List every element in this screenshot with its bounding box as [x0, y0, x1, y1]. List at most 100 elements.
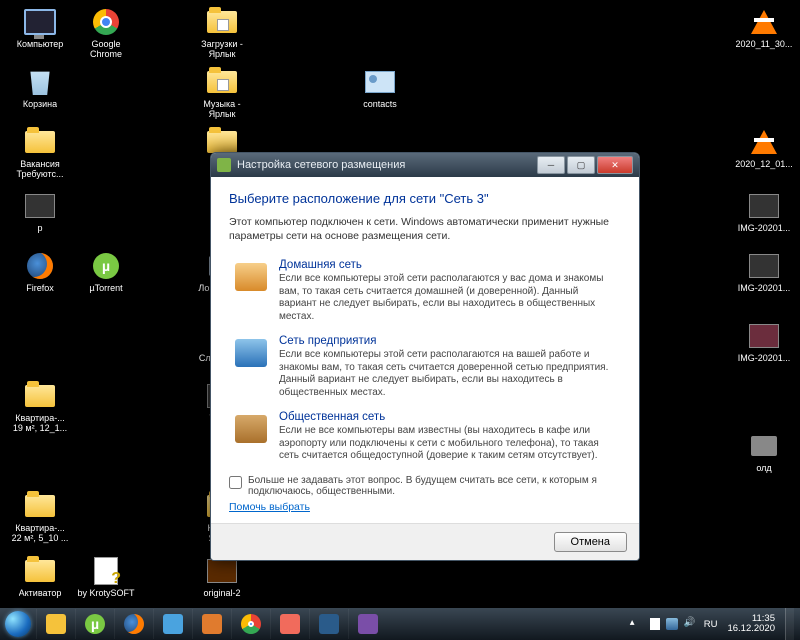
- image-icon: [207, 559, 237, 583]
- icon-label: 2020_12_01...: [735, 160, 793, 170]
- close-button[interactable]: ✕: [597, 156, 633, 174]
- desktop-icon-downloads[interactable]: Загрузки - Ярлык: [192, 6, 252, 60]
- office-icon: [235, 339, 267, 367]
- taskbar-firefox[interactable]: [114, 609, 153, 639]
- tray-network-icon[interactable]: [666, 618, 678, 630]
- taskbar-pinned: [36, 608, 387, 640]
- desktop-icon-vlc1[interactable]: 2020_11_30...: [734, 6, 794, 50]
- taskbar: ▴ 🔊 RU 11:35 16.12.2020: [0, 608, 800, 640]
- desktop-icon-original2[interactable]: original-2: [192, 555, 252, 599]
- tray-action-center-icon[interactable]: [650, 618, 660, 630]
- icon-label: original-2: [203, 589, 240, 599]
- app-icon: [358, 614, 378, 634]
- utorrent-icon: [85, 614, 105, 634]
- desktop-icon-firefox[interactable]: Firefox: [10, 250, 70, 294]
- icon-label: Компьютер: [17, 40, 64, 50]
- icon-label: Firefox: [26, 284, 54, 294]
- folder-shortcut-icon: [207, 11, 237, 33]
- tray-clock[interactable]: 11:35 16.12.2020: [723, 614, 779, 635]
- chrome-icon: [241, 614, 261, 634]
- icon-label: Квартира-... 19 м², 12_1...: [11, 414, 69, 434]
- option-work-network[interactable]: Сеть предприятия Если все компьютеры это…: [229, 329, 621, 405]
- icon-label: IMG-20201...: [738, 224, 791, 234]
- desktop-icon-kv1[interactable]: Квартира-... 19 м², 12_1...: [10, 380, 70, 434]
- desktop-icon-computer[interactable]: Компьютер: [10, 6, 70, 50]
- icon-label: Корзина: [23, 100, 57, 110]
- start-button[interactable]: [0, 608, 36, 640]
- option-title: Общественная сеть: [279, 411, 617, 423]
- maximize-button[interactable]: ▢: [567, 156, 595, 174]
- checkbox-label: Больше не задавать этот вопрос. В будуще…: [248, 475, 621, 497]
- desktop[interactable]: Компьютер Корзина Вакансия Требуютс... р…: [0, 0, 800, 608]
- notepad-icon: [94, 557, 118, 585]
- desktop-icon-utorrent[interactable]: µTorrent: [76, 250, 136, 294]
- help-link[interactable]: Помочь выбрать: [229, 501, 310, 513]
- explorer-icon: [46, 614, 66, 634]
- taskbar-explorer[interactable]: [36, 609, 75, 639]
- taskbar-app2[interactable]: [192, 609, 231, 639]
- vlc-icon: [751, 10, 777, 34]
- desktop-icon-contacts[interactable]: contacts: [350, 66, 410, 110]
- chrome-icon: [93, 9, 119, 35]
- drive-icon: [751, 436, 777, 456]
- tray-date: 16.12.2020: [727, 624, 775, 634]
- desktop-icon-kv2[interactable]: Квартира-... 22 м², 5_10 ...: [10, 490, 70, 544]
- icon-label: Загрузки - Ярлык: [193, 40, 251, 60]
- desktop-icon-vacancy[interactable]: Вакансия Требуютс...: [10, 126, 70, 180]
- image-icon: [749, 324, 779, 348]
- desktop-icon-img1[interactable]: IMG-20201...: [734, 190, 794, 234]
- desktop-icon-img2[interactable]: IMG-20201...: [734, 250, 794, 294]
- recycle-bin-icon: [28, 69, 52, 95]
- house-icon: [235, 263, 267, 291]
- icon-label: contacts: [363, 100, 397, 110]
- dont-ask-checkbox[interactable]: [229, 476, 242, 489]
- desktop-icon-music[interactable]: Музыка - Ярлык: [192, 66, 252, 120]
- icon-label: IMG-20201...: [738, 354, 791, 364]
- tray-volume-icon[interactable]: 🔊: [684, 617, 698, 631]
- taskbar-app3[interactable]: [270, 609, 309, 639]
- show-desktop-button[interactable]: [785, 608, 794, 640]
- app-icon: [280, 614, 300, 634]
- utorrent-icon: [93, 253, 119, 279]
- taskbar-app5[interactable]: [348, 609, 387, 639]
- contacts-icon: [365, 71, 395, 93]
- taskbar-utorrent[interactable]: [75, 609, 114, 639]
- app-icon: [319, 614, 339, 634]
- system-tray: ▴ 🔊 RU 11:35 16.12.2020: [630, 608, 800, 640]
- tray-language[interactable]: RU: [704, 619, 718, 630]
- taskbar-app1[interactable]: [153, 609, 192, 639]
- icon-label: Квартира-... 22 м², 5_10 ...: [11, 524, 69, 544]
- cancel-button[interactable]: Отмена: [554, 532, 627, 552]
- icon-label: р: [37, 224, 42, 234]
- computer-icon: [24, 9, 56, 35]
- icon-label: Активатор: [19, 589, 62, 599]
- desktop-icon-activator[interactable]: Активатор: [10, 555, 70, 599]
- desktop-icon-vlc2[interactable]: 2020_12_01...: [734, 126, 794, 170]
- dialog-title: Настройка сетевого размещения: [237, 159, 405, 171]
- image-icon: [749, 254, 779, 278]
- desktop-icon-p[interactable]: р: [10, 190, 70, 234]
- option-public-network[interactable]: Общественная сеть Если не все компьютеры…: [229, 405, 621, 469]
- taskbar-chrome[interactable]: [231, 609, 270, 639]
- option-home-network[interactable]: Домашняя сеть Если все компьютеры этой с…: [229, 253, 621, 329]
- desktop-icon-old[interactable]: олд: [734, 430, 794, 474]
- image-icon: [749, 194, 779, 218]
- folder-shortcut-icon: [207, 71, 237, 93]
- folder-icon: [25, 495, 55, 517]
- tray-show-hidden-icon[interactable]: ▴: [630, 617, 644, 631]
- folder-icon: [25, 385, 55, 407]
- folder-icon: [25, 131, 55, 153]
- firefox-icon: [27, 253, 53, 279]
- desktop-icon-img3[interactable]: IMG-20201...: [734, 320, 794, 364]
- image-icon: [25, 194, 55, 218]
- option-title: Сеть предприятия: [279, 335, 617, 347]
- dont-ask-checkbox-row[interactable]: Больше не задавать этот вопрос. В будуще…: [229, 475, 621, 497]
- desktop-icon-chrome[interactable]: Google Chrome: [76, 6, 136, 60]
- desktop-icon-recycle-bin[interactable]: Корзина: [10, 66, 70, 110]
- taskbar-app4[interactable]: [309, 609, 348, 639]
- dialog-titlebar[interactable]: Настройка сетевого размещения ─ ▢ ✕: [211, 153, 639, 177]
- folder-icon: [25, 560, 55, 582]
- minimize-button[interactable]: ─: [537, 156, 565, 174]
- icon-label: 2020_11_30...: [736, 40, 793, 50]
- desktop-icon-kroty[interactable]: by KrotySOFT: [76, 555, 136, 599]
